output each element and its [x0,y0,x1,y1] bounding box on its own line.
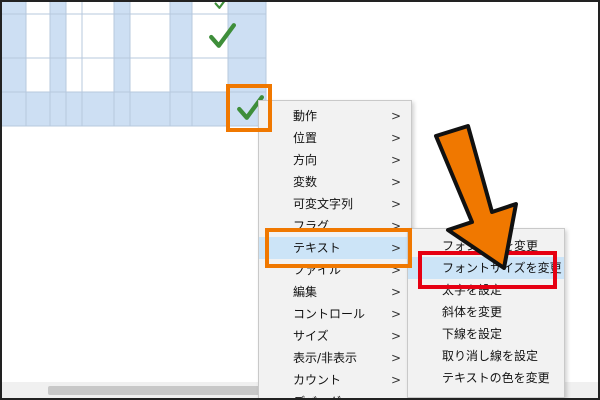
chevron-right-icon: > [390,131,401,145]
menu-item-label: 編集 [293,285,318,299]
menu-item-label: カウント [293,373,342,387]
menu-item-label: 位置 [293,131,318,145]
chevron-right-icon: > [390,373,401,387]
submenu-item-set-underline[interactable]: 下線を設定 [408,323,564,345]
submenu-item-label: テキストの色を変更 [442,371,550,385]
text-menu-highlight-box [265,228,412,268]
submenu-item-label: 取り消し線を設定 [442,349,539,363]
menu-item-visibility[interactable]: 表示/非表示 > [259,347,411,369]
check-highlight-box [226,84,272,132]
chevron-right-icon: > [390,197,401,211]
submenu-item-label: 下線を設定 [442,327,503,341]
menu-item-count[interactable]: カウント > [259,369,411,391]
chevron-right-icon: > [390,329,401,343]
menu-item-label: 変数 [293,175,318,189]
menu-item-control[interactable]: コントロール > [259,303,411,325]
submenu-item-label: 斜体を変更 [442,305,503,319]
menu-item-size[interactable]: サイズ > [259,325,411,347]
submenu-item-change-text-color[interactable]: テキストの色を変更 [408,367,564,389]
menu-item-label: 方向 [293,153,318,167]
check-mark-icon [214,2,226,9]
menu-item-variable[interactable]: 変数 > [259,171,411,193]
menu-item-label: デバッグ [293,391,341,398]
menu-item-action[interactable]: 動作 > [259,105,411,127]
chevron-right-icon: > [390,109,401,123]
chevron-right-icon: > [390,351,401,365]
menu-item-label: 表示/非表示 [293,351,358,365]
check-mark-icon [209,23,236,48]
menu-item-label: 可変文字列 [293,197,354,211]
menu-item-direction[interactable]: 方向 > [259,149,411,171]
chevron-right-icon: > [390,153,401,167]
menu-item-label: コントロール [293,307,366,321]
chevron-right-icon: > [390,285,401,299]
screenshot-frame: 動作 > 位置 > 方向 > 変数 > 可変文字列 > フラグ > テキスト >… [0,0,600,400]
arrow-down-icon [434,124,518,270]
menu-item-debug[interactable]: デバッグ > [259,391,411,398]
menu-item-label: 動作 [293,109,318,123]
chevron-right-icon: > [391,391,401,398]
submenu-item-set-strikethrough[interactable]: 取り消し線を設定 [408,345,564,367]
submenu-item-change-italic[interactable]: 斜体を変更 [408,301,564,323]
menu-item-edit[interactable]: 編集 > [259,281,411,303]
menu-item-label: サイズ [293,329,329,343]
chevron-right-icon: > [390,175,401,189]
menu-item-position[interactable]: 位置 > [259,127,411,149]
chevron-right-icon: > [390,307,401,321]
menu-item-variable-string[interactable]: 可変文字列 > [259,193,411,215]
